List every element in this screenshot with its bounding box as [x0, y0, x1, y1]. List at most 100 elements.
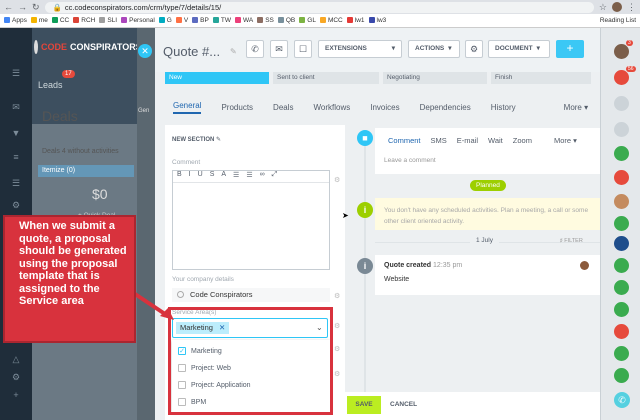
editor-tool-2[interactable]: U: [198, 171, 203, 182]
cancel-button[interactable]: CANCEL: [390, 401, 417, 408]
comment-input[interactable]: Leave a comment: [384, 157, 436, 164]
menu-icon[interactable]: ☰: [10, 68, 22, 78]
add-button[interactable]: +: [556, 40, 584, 58]
bookmark-item[interactable]: G: [158, 17, 172, 24]
mail-icon[interactable]: ✉: [270, 40, 288, 58]
extensions-button[interactable]: EXTENSIONS ▾: [318, 40, 402, 58]
tab-invoices[interactable]: Invoices: [370, 103, 399, 112]
stage-negotiating[interactable]: Negotiating: [383, 72, 487, 84]
itemize-column[interactable]: Itemize (0): [38, 165, 134, 177]
company-field[interactable]: Code Conspirators: [172, 288, 330, 302]
deals-filter[interactable]: Deals 4 without activities: [42, 148, 119, 155]
tab-zoom[interactable]: Zoom: [513, 136, 532, 145]
search-icon[interactable]: [614, 96, 629, 111]
tab-comment[interactable]: Comment: [388, 136, 421, 145]
inbox-icon[interactable]: ✉: [10, 102, 22, 112]
tab-general[interactable]: General: [173, 101, 202, 114]
bookmark-item[interactable]: V: [175, 17, 188, 24]
tab-workflows[interactable]: Workflows: [314, 103, 351, 112]
tab-more[interactable]: More ▾: [554, 136, 577, 145]
gear-icon[interactable]: ⚙: [465, 40, 483, 58]
stage-finish[interactable]: Finish: [491, 72, 591, 84]
forward-icon[interactable]: →: [18, 2, 27, 12]
bookmark-item[interactable]: CC: [51, 17, 69, 24]
list-icon[interactable]: ≡: [10, 152, 22, 162]
tab-products[interactable]: Products: [221, 103, 253, 112]
gear-icon[interactable]: ⚙: [334, 176, 340, 184]
back-icon[interactable]: ←: [4, 2, 13, 12]
contact-avatar[interactable]: [614, 236, 629, 251]
editor-tool-6[interactable]: ☰: [246, 171, 252, 182]
stack-icon[interactable]: ☰: [10, 178, 22, 188]
bookmark-item[interactable]: Apps: [4, 17, 27, 24]
reading-list[interactable]: Reading List: [600, 17, 636, 24]
notifications-icon[interactable]: [614, 70, 629, 85]
clock-icon[interactable]: [614, 122, 629, 137]
editor-tool-4[interactable]: A: [221, 171, 226, 182]
actions-button[interactable]: ACTIONS ▾: [408, 40, 460, 58]
tab-deals[interactable]: Deals: [273, 103, 293, 112]
phone-icon[interactable]: ✆: [246, 40, 264, 58]
settings-icon[interactable]: ⚙: [10, 200, 22, 210]
leads-link[interactable]: Leads: [38, 80, 63, 90]
comment-editor[interactable]: [172, 170, 330, 270]
funnel-icon[interactable]: ▼: [10, 128, 22, 138]
gear-icon[interactable]: ⚙: [334, 345, 340, 353]
save-button[interactable]: SAVE: [347, 396, 381, 414]
gear-icon[interactable]: ⚙: [334, 292, 340, 300]
bookmark-item[interactable]: Personal: [121, 17, 155, 24]
star-icon[interactable]: ☆: [599, 2, 607, 13]
bookmark-item[interactable]: RCH: [73, 17, 95, 24]
tab-more[interactable]: More ▾: [564, 103, 588, 112]
tab-wait[interactable]: Wait: [488, 136, 503, 145]
editor-tool-7[interactable]: ∞: [260, 171, 265, 182]
menu-icon[interactable]: ⋮: [627, 2, 636, 13]
editor-tool-8[interactable]: ⤢: [272, 171, 278, 182]
editor-tool-3[interactable]: S: [210, 171, 215, 182]
bookmark-item[interactable]: me: [30, 17, 48, 24]
editor-tool-5[interactable]: ☰: [233, 171, 239, 182]
branch-icon[interactable]: △: [10, 354, 22, 364]
chat-icon[interactable]: ☐: [294, 40, 312, 58]
bookmark-item[interactable]: TW: [212, 17, 231, 24]
contact-avatar[interactable]: [614, 368, 629, 383]
phone-icon[interactable]: ✆: [614, 392, 630, 408]
contact-avatar[interactable]: [614, 258, 629, 273]
contact-avatar[interactable]: [614, 170, 629, 185]
contact-avatar[interactable]: [614, 346, 629, 361]
close-icon[interactable]: ✕: [138, 44, 152, 58]
bookmark-item[interactable]: WA: [234, 17, 253, 24]
bookmark-item[interactable]: lw1: [346, 17, 365, 24]
plus-icon[interactable]: +: [10, 390, 22, 400]
filter-button[interactable]: ♯ FILTER: [560, 238, 583, 244]
tab-email[interactable]: E-mail: [457, 136, 478, 145]
edit-icon[interactable]: ✎: [216, 137, 221, 143]
contact-avatar[interactable]: [614, 302, 629, 317]
edit-icon[interactable]: ✎: [230, 47, 237, 56]
bookmark-item[interactable]: QB: [277, 17, 295, 24]
contact-avatar[interactable]: [614, 216, 629, 231]
bookmark-item[interactable]: SS: [257, 17, 274, 24]
editor-tool-1[interactable]: I: [189, 171, 191, 182]
avatar[interactable]: [614, 44, 629, 59]
contact-avatar[interactable]: [614, 324, 629, 339]
url-field[interactable]: 🔒 cc.codeconspirators.com/crm/type/7/deta…: [44, 1, 594, 13]
contact-avatar[interactable]: [614, 194, 629, 209]
bookmark-item[interactable]: lw3: [368, 17, 386, 24]
editor-tool-0[interactable]: B: [177, 171, 182, 182]
tab-sms[interactable]: SMS: [431, 136, 447, 145]
bookmark-item[interactable]: MCC: [319, 17, 343, 24]
tab-history[interactable]: History: [491, 103, 516, 112]
contact-avatar[interactable]: [614, 280, 629, 295]
reload-icon[interactable]: ↻: [32, 2, 40, 13]
document-button[interactable]: DOCUMENT ▾: [488, 40, 550, 58]
contact-avatar[interactable]: [614, 146, 629, 161]
profile-avatar[interactable]: [612, 2, 622, 12]
gear-icon[interactable]: ⚙: [10, 372, 22, 382]
stage-new[interactable]: New: [165, 72, 269, 84]
tab-dependencies[interactable]: Dependencies: [420, 103, 471, 112]
bookmark-item[interactable]: GL: [299, 17, 316, 24]
gear-icon[interactable]: ⚙: [334, 322, 340, 330]
bookmark-item[interactable]: BP: [192, 17, 209, 24]
stage-sent[interactable]: Sent to client: [273, 72, 379, 84]
